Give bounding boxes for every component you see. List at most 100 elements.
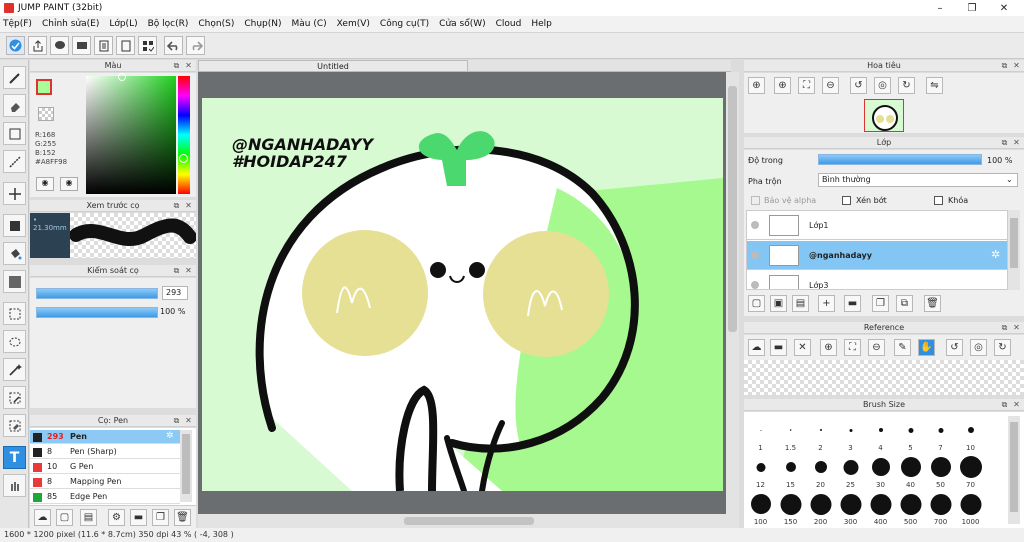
close-reference-icon[interactable]: ✕: [794, 339, 811, 356]
brush-size-option[interactable]: 15: [776, 453, 805, 489]
eye-icon[interactable]: [751, 251, 759, 259]
rotate-left-icon[interactable]: ↺: [850, 77, 867, 94]
brush-size-option[interactable]: 300: [836, 490, 865, 526]
new-brush-icon[interactable]: ▢: [56, 509, 73, 526]
close-panel-icon[interactable]: ✕: [1012, 400, 1021, 409]
page-icon[interactable]: [116, 36, 135, 55]
brush-list-item[interactable]: 10 G Pen: [30, 460, 180, 474]
brush-size-option[interactable]: 1: [746, 416, 775, 452]
menu-cloud[interactable]: Cloud: [496, 19, 522, 29]
copy-brush-icon[interactable]: ❐: [152, 509, 169, 526]
minimize-button[interactable]: –: [924, 0, 956, 16]
reset-view-icon[interactable]: ◎: [874, 77, 891, 94]
gear-icon[interactable]: ✲: [991, 248, 1000, 261]
grid-icon[interactable]: [138, 36, 157, 55]
brush-size-option[interactable]: 500: [896, 490, 925, 526]
text-tool-icon[interactable]: T: [3, 446, 26, 469]
brush-size-option[interactable]: 10: [956, 416, 985, 452]
float-icon[interactable]: ⧉: [1000, 138, 1009, 147]
menu-window[interactable]: Cửa sổ(W): [439, 19, 485, 29]
bucket-tool-icon[interactable]: [3, 242, 26, 265]
hand-tool-icon[interactable]: [3, 474, 26, 497]
new-8bit-layer-icon[interactable]: ▤: [792, 295, 809, 312]
navigator-thumbnail[interactable]: [864, 99, 904, 132]
foreground-color-swatch[interactable]: [36, 79, 52, 95]
layer-row[interactable]: Lớp3: [747, 271, 1007, 289]
float-icon[interactable]: ⧉: [1000, 61, 1009, 70]
brush-size-option[interactable]: 200: [806, 490, 835, 526]
close-panel-icon[interactable]: ✕: [184, 266, 193, 275]
check-icon[interactable]: [6, 36, 25, 55]
hue-slider-handle[interactable]: [179, 154, 188, 163]
blend-mode-select[interactable]: Bình thường: [818, 173, 1018, 187]
brush-size-option[interactable]: 400: [866, 490, 895, 526]
lock-checkbox[interactable]: [934, 196, 943, 205]
drawing-canvas[interactable]: @NGANHADAYY #HOIDAP247: [202, 98, 723, 491]
hue-slider[interactable]: [178, 76, 190, 194]
brush-size-option[interactable]: 700: [926, 490, 955, 526]
menu-view[interactable]: Xem(V): [337, 19, 370, 29]
color-wheel-icon[interactable]: ◉: [60, 177, 78, 191]
redo-icon[interactable]: [186, 36, 205, 55]
brush-size-scrollbar[interactable]: [1008, 416, 1020, 524]
close-panel-icon[interactable]: ✕: [184, 416, 193, 425]
layer-row[interactable]: Lớp1: [747, 211, 1007, 240]
cloud-icon[interactable]: ☁: [34, 509, 51, 526]
zoom-out-icon[interactable]: ⊖: [868, 339, 885, 356]
float-icon[interactable]: ⧉: [172, 266, 181, 275]
color-palette-icon[interactable]: ◉: [36, 177, 54, 191]
brush-size-option[interactable]: 20: [806, 453, 835, 489]
brush-size-option[interactable]: 1.5: [776, 416, 805, 452]
brush-list-item[interactable]: 8 Mapping Pen: [30, 475, 180, 489]
open-folder-icon[interactable]: ▬: [770, 339, 787, 356]
canvas-horizontal-scrollbar[interactable]: [198, 514, 726, 528]
layer-folder-icon[interactable]: ▬: [844, 295, 861, 312]
brush-size-option[interactable]: 4: [866, 416, 895, 452]
hand-icon[interactable]: ✋: [918, 339, 935, 356]
brush-settings-icon[interactable]: ⚙: [108, 509, 125, 526]
menu-capture[interactable]: Chụp(N): [244, 19, 281, 29]
close-button[interactable]: ✕: [988, 0, 1020, 16]
brush-list-item[interactable]: 85 Edge Pen: [30, 490, 180, 504]
menu-help[interactable]: Help: [531, 19, 552, 29]
close-panel-icon[interactable]: ✕: [1012, 323, 1021, 332]
brush-size-option[interactable]: 3: [836, 416, 865, 452]
layer-opacity-slider[interactable]: [818, 154, 982, 165]
canvas-vertical-scrollbar[interactable]: [726, 72, 739, 528]
zoom-in-icon[interactable]: ⊕: [748, 77, 765, 94]
menu-tools[interactable]: Công cụ(T): [380, 19, 429, 29]
duplicate-layer-icon[interactable]: ❐: [872, 295, 889, 312]
brush-size-option[interactable]: 150: [776, 490, 805, 526]
zoom-in-2-icon[interactable]: ⊕: [774, 77, 791, 94]
close-panel-icon[interactable]: ✕: [1012, 138, 1021, 147]
brush-menu-icon[interactable]: ▤: [80, 509, 97, 526]
select-pen-tool-icon[interactable]: [3, 386, 26, 409]
menu-select[interactable]: Chọn(S): [198, 19, 234, 29]
shape-tool-icon[interactable]: [3, 122, 26, 145]
eraser-tool-icon[interactable]: [3, 94, 26, 117]
rotate-right-icon[interactable]: ↻: [994, 339, 1011, 356]
merge-layer-icon[interactable]: ⧉: [896, 295, 913, 312]
fit-icon[interactable]: ⛶: [844, 339, 861, 356]
brush-size-option[interactable]: 100: [746, 490, 775, 526]
new-layer-icon[interactable]: ▢: [748, 295, 765, 312]
clipping-checkbox[interactable]: [842, 196, 851, 205]
document-tab[interactable]: Untitled: [198, 60, 468, 72]
float-icon[interactable]: ⧉: [172, 416, 181, 425]
menu-file[interactable]: Tệp(F): [3, 19, 32, 29]
eye-icon[interactable]: [751, 281, 759, 289]
brush-size-option[interactable]: 50: [926, 453, 955, 489]
rotate-right-icon[interactable]: ↻: [898, 77, 915, 94]
share-icon[interactable]: [28, 36, 47, 55]
select-eraser-tool-icon[interactable]: [3, 414, 26, 437]
brush-size-option[interactable]: 2: [806, 416, 835, 452]
lasso-tool-icon[interactable]: [3, 330, 26, 353]
new-halftone-layer-icon[interactable]: ▣: [770, 295, 787, 312]
float-icon[interactable]: ⧉: [1000, 400, 1009, 409]
color-saturation-picker[interactable]: [86, 73, 176, 194]
brush-size-option[interactable]: 12: [746, 453, 775, 489]
undo-icon[interactable]: [164, 36, 183, 55]
brush-tool-icon[interactable]: [3, 66, 26, 89]
protect-alpha-checkbox[interactable]: [751, 196, 760, 205]
gradient-tool-icon[interactable]: [3, 270, 26, 293]
